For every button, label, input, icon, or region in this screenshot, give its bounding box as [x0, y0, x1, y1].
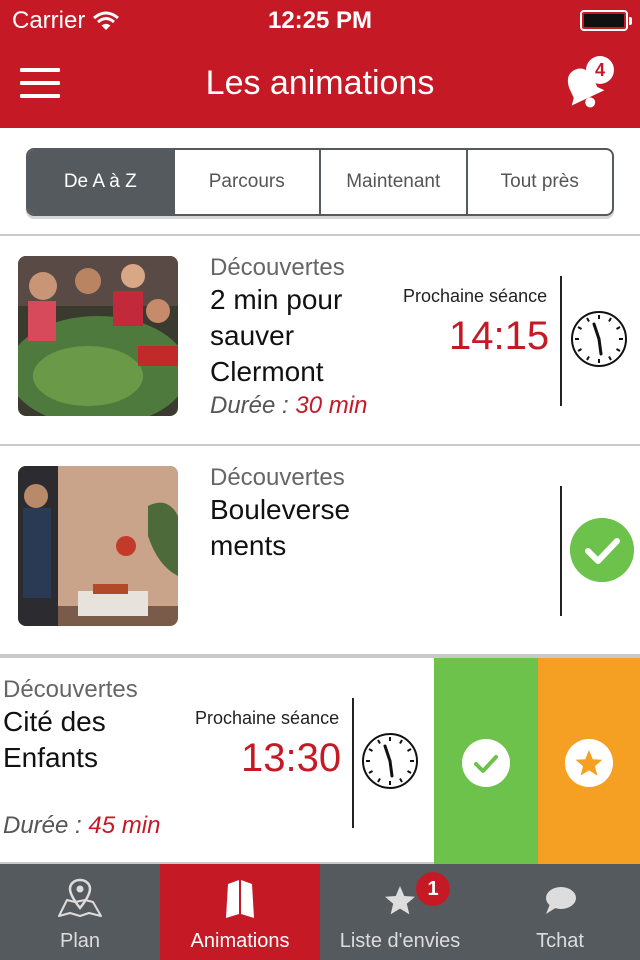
tab-tchat[interactable]: Tchat — [480, 864, 640, 960]
clock-icon[interactable] — [361, 732, 419, 790]
tab-label: Animations — [190, 930, 290, 952]
segment-parcours[interactable]: Parcours — [172, 150, 320, 214]
next-session-time: 14:15 — [449, 314, 550, 358]
list-item[interactable]: Découvertes Bouleverse ments — [0, 446, 640, 656]
next-session-time: 13:30 — [241, 736, 342, 780]
next-session-label: Prochaine séance — [195, 708, 340, 728]
status-bar: Carrier 12:25 PM — [0, 0, 640, 40]
check-icon — [462, 739, 510, 787]
tab-animations[interactable]: Animations — [160, 864, 320, 960]
item-title: Cité des Enfants — [3, 704, 106, 776]
item-title-line: Cité des — [3, 706, 106, 737]
item-duration: Durée : 45 min — [3, 812, 160, 840]
item-title-line: Clermont — [210, 356, 324, 387]
animation-thumbnail — [18, 256, 178, 416]
duration-value: 45 min — [88, 812, 161, 839]
notification-badge: 4 — [586, 56, 614, 84]
clock-icon[interactable] — [570, 310, 628, 368]
tab-label: Tchat — [536, 930, 584, 952]
item-category: Découvertes — [210, 254, 345, 281]
segment-tout-pres[interactable]: Tout près — [465, 150, 613, 214]
list-item[interactable]: Découvertes Cité des Enfants Durée : 45 … — [0, 656, 640, 868]
tab-bar: Plan Animations 1 Liste d'envies Tchat — [0, 864, 640, 960]
item-title-line: Enfants — [3, 742, 98, 773]
item-title-line: ments — [210, 530, 287, 561]
mark-done-action-button[interactable] — [434, 658, 538, 868]
add-to-wishlist-action-button[interactable] — [538, 658, 640, 868]
item-title: Bouleverse ments — [210, 492, 350, 564]
wishlist-badge: 1 — [416, 872, 450, 906]
list-item[interactable]: Découvertes 2 min pour sauver Clermont D… — [0, 236, 640, 446]
duration-label: Durée : — [210, 392, 296, 419]
item-category: Découvertes — [210, 464, 345, 491]
item-title-line: 2 min pour — [210, 284, 343, 315]
divider — [352, 698, 354, 828]
tab-label: Plan — [59, 930, 101, 952]
navigation-header: Carrier 12:25 PM Les animations 4 — [0, 0, 640, 128]
divider — [560, 486, 562, 616]
map-pin-icon — [58, 878, 102, 917]
segment-maintenant[interactable]: Maintenant — [319, 150, 466, 214]
item-category: Découvertes — [3, 676, 138, 703]
tab-plan[interactable]: Plan — [0, 864, 160, 960]
item-duration: Durée : 30 min — [210, 392, 367, 420]
check-icon[interactable] — [570, 518, 634, 582]
battery-icon — [580, 10, 632, 31]
animation-thumbnail — [18, 466, 178, 626]
next-session-label: Prochaine séance — [403, 286, 548, 306]
page-title: Les animations — [205, 64, 435, 102]
duration-label: Durée : — [3, 812, 89, 839]
item-title-line: Bouleverse — [210, 494, 351, 525]
divider — [560, 276, 562, 406]
tab-liste-envies[interactable]: 1 Liste d'envies — [320, 864, 480, 960]
duration-value: 30 min — [295, 392, 368, 419]
tab-label: Liste d'envies — [339, 930, 461, 952]
item-title: 2 min pour sauver Clermont — [210, 282, 342, 390]
status-time: 12:25 PM — [267, 7, 373, 34]
book-icon — [226, 880, 254, 918]
chat-bubble-icon — [546, 887, 576, 914]
segment-a-to-z[interactable]: De A à Z — [28, 150, 173, 214]
item-title-line: sauver — [210, 320, 295, 351]
filter-bar: De A à Z Parcours Maintenant Tout près — [0, 128, 640, 236]
star-icon — [565, 739, 613, 787]
segmented-control: De A à Z Parcours Maintenant Tout près — [26, 148, 614, 216]
